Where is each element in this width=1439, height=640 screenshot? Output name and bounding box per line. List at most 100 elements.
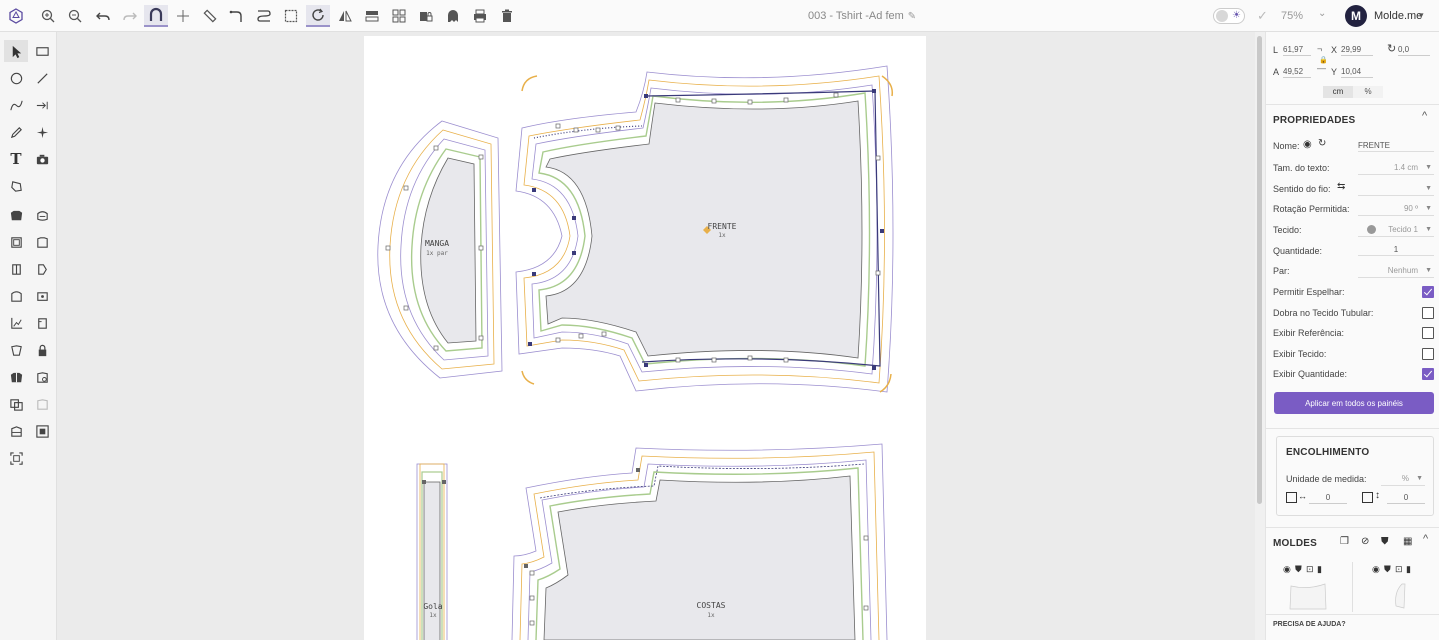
apply-all-button[interactable]: Aplicar em todos os painéis [1274, 392, 1434, 414]
axis-icon[interactable] [171, 5, 195, 27]
focus-tool-icon[interactable] [4, 447, 28, 469]
mold-card-2[interactable]: ◉ ⛊ ⊡ ▮ [1370, 560, 1439, 620]
show-fabric-checkbox[interactable] [1422, 348, 1434, 360]
zoom-out-icon[interactable] [63, 5, 87, 27]
pair-select[interactable]: Nenhum ▼ [1358, 265, 1434, 278]
piece-tool-3-icon[interactable] [4, 231, 28, 253]
shrinkage-unit-select[interactable]: % ▼ [1381, 473, 1425, 486]
arrow-line-icon[interactable] [30, 94, 54, 116]
eye-icon[interactable]: ◉ [1283, 564, 1291, 575]
piece-tool-5-icon[interactable] [4, 258, 28, 280]
piece-tool-12-icon[interactable] [30, 366, 54, 388]
graph-tool-icon[interactable] [4, 312, 28, 334]
vertical-shrink-input[interactable]: 0 [1387, 492, 1425, 504]
lock-tool-icon[interactable] [30, 339, 54, 361]
avatar[interactable]: M [1345, 5, 1367, 27]
height-input[interactable]: 49,52 [1283, 66, 1311, 78]
freeform-shape-icon[interactable] [4, 175, 28, 197]
zoom-level[interactable]: 75% [1281, 10, 1303, 22]
help-link[interactable]: PRECISA DE AJUDA? [1273, 621, 1346, 628]
grid-icon[interactable] [387, 5, 411, 27]
point-tool-icon[interactable] [30, 121, 54, 143]
magnet-icon[interactable] [144, 5, 168, 27]
piece-icon[interactable]: ⛊ [1295, 564, 1302, 575]
select-rect-icon[interactable] [279, 5, 303, 27]
grid-view-icon[interactable]: ▦ [1403, 536, 1412, 547]
edit-title-icon[interactable]: ✎ [908, 11, 916, 22]
pattern-canvas[interactable]: MANGA 1x par FRENTE 1x Gola 1x COSTAS 1x [57, 32, 1255, 640]
molds-collapse-chevron-icon[interactable]: ^ [1423, 533, 1428, 545]
piece-tool-4-icon[interactable] [30, 231, 54, 253]
frame-tool-icon[interactable] [30, 420, 54, 442]
piece-tool-10-icon[interactable] [4, 339, 28, 361]
user-menu-chevron-icon[interactable]: ▾ [1419, 10, 1424, 21]
line-tool-icon[interactable] [30, 67, 54, 89]
trash-icon[interactable]: ▮ [1406, 564, 1411, 575]
trash-icon[interactable] [495, 5, 519, 27]
piece-tool-9-icon[interactable] [30, 312, 54, 334]
unit-cm-button[interactable]: cm [1323, 86, 1353, 98]
curve-join-icon[interactable] [225, 5, 249, 27]
ghost-icon[interactable] [441, 5, 465, 27]
tubular-checkbox[interactable] [1422, 307, 1434, 319]
chevron-down-icon[interactable]: ⌄ [1318, 8, 1326, 19]
piece-tool-11-icon[interactable] [4, 366, 28, 388]
lock-icon[interactable]: ⊡ [1395, 564, 1403, 575]
piece-tool-1-icon[interactable] [4, 204, 28, 226]
mold-pieces-icon[interactable]: ⛊ [1381, 536, 1389, 547]
quantity-input[interactable]: 1 [1358, 244, 1434, 256]
piece-tool-13-icon[interactable] [4, 393, 28, 415]
name-input[interactable]: FRENTE [1358, 140, 1434, 152]
panel-scroll-thumb[interactable] [1257, 36, 1262, 504]
camera-icon[interactable] [30, 148, 54, 170]
circle-tool-icon[interactable] [4, 67, 28, 89]
rotation-input[interactable]: 0,0 [1398, 44, 1430, 56]
lock-icon[interactable]: ⊡ [1306, 564, 1314, 575]
fabric-select[interactable]: Tecido 1 ▼ [1358, 224, 1434, 237]
unit-percent-button[interactable]: % [1353, 86, 1383, 98]
logo-icon[interactable] [4, 5, 28, 27]
print-icon[interactable] [468, 5, 492, 27]
piece-costas[interactable] [511, 443, 888, 640]
show-quantity-checkbox[interactable] [1422, 368, 1434, 380]
lock-piece-icon[interactable] [414, 5, 438, 27]
curve-split-icon[interactable] [252, 5, 276, 27]
eye-icon[interactable]: ◉ [1372, 564, 1380, 575]
length-input[interactable]: 61,97 [1283, 44, 1311, 56]
pencil-icon[interactable] [4, 121, 28, 143]
ruler-icon[interactable] [198, 5, 222, 27]
mirror-checkbox[interactable] [1422, 286, 1434, 298]
piece-tool-7-icon[interactable] [4, 285, 28, 307]
text-size-select[interactable]: 1.4 cm ▼ [1358, 162, 1434, 175]
curve-tool-icon[interactable] [4, 94, 28, 116]
rotate-icon[interactable] [306, 5, 330, 27]
collapse-chevron-icon[interactable]: ^ [1422, 110, 1427, 122]
redo-icon[interactable] [118, 5, 142, 27]
piece-tool-15-icon[interactable] [4, 420, 28, 442]
mold-card-1[interactable]: ◉ ⛊ ⊡ ▮ [1280, 560, 1350, 620]
horizontal-shrink-input[interactable]: 0 [1309, 492, 1347, 504]
rotation-allowed-select[interactable]: 90 º ▼ [1358, 203, 1434, 216]
text-tool-icon[interactable]: T [4, 148, 28, 170]
piece-tool-2-icon[interactable] [30, 204, 54, 226]
zoom-in-icon[interactable] [36, 5, 60, 27]
x-input[interactable]: 29,99 [1341, 44, 1373, 56]
undo-icon[interactable] [91, 5, 115, 27]
select-arrow-icon[interactable] [4, 40, 28, 62]
reference-checkbox[interactable] [1422, 327, 1434, 339]
piece-tool-8-icon[interactable] [30, 285, 54, 307]
grain-select[interactable]: ▼ [1358, 183, 1434, 196]
rectangle-tool-icon[interactable] [30, 40, 54, 62]
eye-icon[interactable]: ◉ [1303, 139, 1312, 150]
piece-tool-6-icon[interactable] [30, 258, 54, 280]
piece-icon[interactable]: ⛊ [1384, 564, 1391, 575]
piece-tool-14-icon[interactable] [30, 393, 54, 415]
copy-icon[interactable]: ❐ [1340, 536, 1349, 547]
user-menu[interactable]: Molde.me [1374, 10, 1422, 22]
y-input[interactable]: 10,04 [1341, 66, 1373, 78]
trash-icon[interactable]: ▮ [1317, 564, 1322, 575]
check-icon[interactable]: ✓ [1257, 8, 1268, 24]
mirror-icon[interactable] [333, 5, 357, 27]
refresh-icon[interactable]: ↻ [1318, 138, 1326, 149]
theme-toggle[interactable]: ☀ [1213, 8, 1245, 24]
